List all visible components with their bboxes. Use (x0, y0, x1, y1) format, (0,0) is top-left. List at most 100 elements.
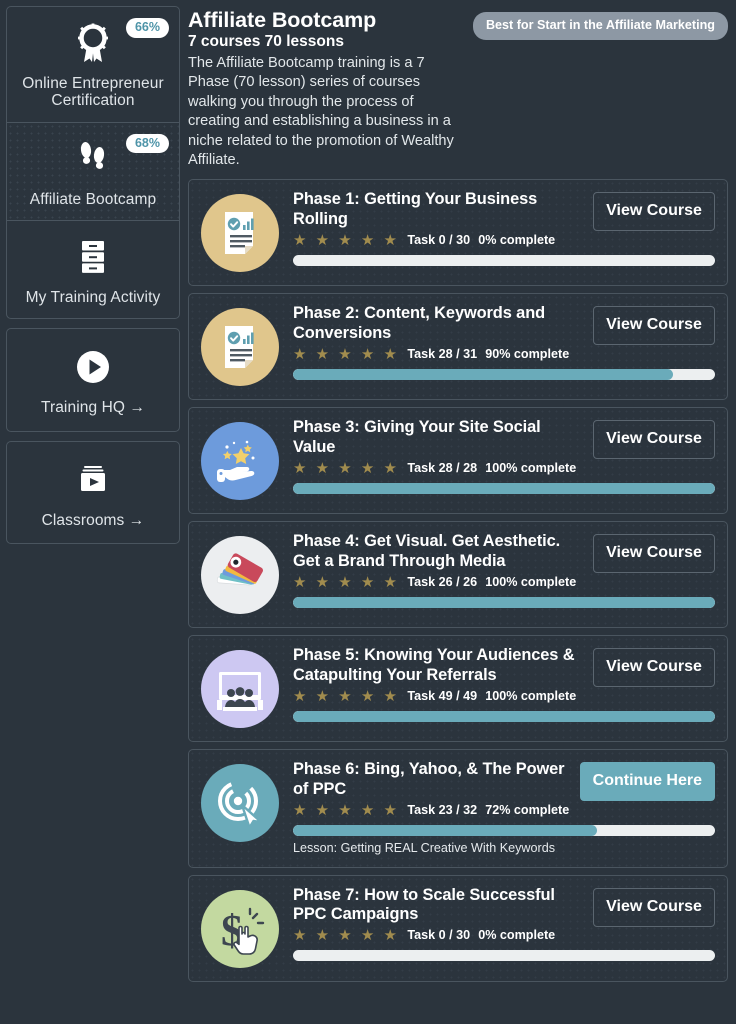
document-chart-icon (201, 194, 279, 273)
course-body: Phase 1: Getting Your Business Rolling ★… (293, 190, 715, 266)
task-count: Task 28 / 31 (407, 346, 478, 361)
sidebar-item-my-training-activity[interactable]: My Training Activity (7, 221, 179, 318)
progress-bar-track (293, 368, 715, 380)
course-title-block: Phase 4: Get Visual. Get Aesthetic. Get … (293, 532, 583, 589)
target-cursor-icon (201, 764, 279, 843)
course-title: Phase 6: Bing, Yahoo, & The Power of PPC (293, 760, 565, 798)
course-meta: ★ ★ ★ ★ ★ Task 0 / 30 0% complete (293, 233, 583, 248)
sidebar: 66% Online Entrepreneur Certification 68… (0, 0, 186, 1024)
course-meta: ★ ★ ★ ★ ★ Task 49 / 49 100% complete (293, 689, 583, 704)
course-card-phase-2[interactable]: Phase 2: Content, Keywords and Conversio… (188, 293, 728, 401)
course-top-row: Phase 3: Giving Your Site Social Value ★… (293, 418, 715, 476)
course-title: Phase 4: Get Visual. Get Aesthetic. Get … (293, 532, 561, 570)
main-content: Affiliate Bootcamp 7 courses 70 lessons … (186, 0, 736, 1024)
star-rating-icon: ★ ★ ★ ★ ★ (293, 801, 400, 819)
current-lesson-label: Lesson: Getting REAL Creative With Keywo… (293, 840, 556, 855)
percent-complete-label: 100% complete (485, 688, 577, 703)
task-count: Task 23 / 32 (407, 802, 478, 817)
course-title: Phase 7: How to Scale Successful PPC Cam… (293, 885, 555, 923)
color-swatch-icon (201, 536, 279, 615)
training-dashboard: 66% Online Entrepreneur Certification 68… (0, 0, 736, 1024)
course-title-block: Phase 6: Bing, Yahoo, & The Power of PPC… (293, 760, 570, 817)
course-card-phase-1[interactable]: Phase 1: Getting Your Business Rolling ★… (188, 179, 728, 287)
progress-bar-fill (293, 824, 597, 836)
star-rating-icon: ★ ★ ★ ★ ★ (293, 231, 400, 249)
course-body: Phase 6: Bing, Yahoo, & The Power of PPC… (293, 760, 715, 855)
star-rating-icon: ★ ★ ★ ★ ★ (293, 345, 400, 363)
percent-complete-label: 100% complete (485, 460, 577, 475)
course-meta: ★ ★ ★ ★ ★ Task 0 / 30 0% complete (293, 928, 583, 943)
course-title-block: Phase 7: How to Scale Successful PPC Cam… (293, 886, 583, 943)
progress-bar-track (293, 824, 715, 836)
task-count: Task 0 / 30 (407, 928, 471, 943)
course-title: Phase 3: Giving Your Site Social Value (293, 418, 541, 456)
progress-bar-fill (293, 596, 715, 608)
sidebar-item-label: Training HQ → (40, 399, 146, 417)
task-count: Task 26 / 26 (407, 574, 478, 589)
sidebar-item-affiliate-bootcamp[interactable]: 68% Affiliate Bootcamp (7, 122, 179, 222)
page-description: The Affiliate Bootcamp training is a 7 P… (188, 54, 454, 168)
progress-bar-track (293, 254, 715, 266)
drawers-icon (15, 235, 171, 279)
course-card-phase-6[interactable]: Phase 6: Bing, Yahoo, & The Power of PPC… (188, 749, 728, 868)
course-card-phase-3[interactable]: Phase 3: Giving Your Site Social Value ★… (188, 407, 728, 515)
course-title-block: Phase 3: Giving Your Site Social Value ★… (293, 418, 583, 475)
course-card-phase-5[interactable]: Phase 5: Knowing Your Audiences & Catapu… (188, 635, 728, 743)
hand-stars-icon (201, 422, 279, 501)
course-top-row: Phase 1: Getting Your Business Rolling ★… (293, 190, 715, 248)
page-header-text: Affiliate Bootcamp 7 courses 70 lessons … (188, 8, 467, 170)
course-card-phase-7[interactable]: $ Phase 7: How to Scale Successful PPC C… (188, 874, 728, 982)
task-count: Task 0 / 30 (407, 232, 471, 247)
course-top-row: Phase 6: Bing, Yahoo, & The Power of PPC… (293, 760, 715, 818)
progress-bar-track (293, 950, 715, 962)
percent-complete-label: 72% complete (485, 802, 570, 817)
page-subtitle: 7 courses 70 lessons (188, 33, 344, 51)
document-chart-icon (201, 308, 279, 387)
percent-complete-label: 0% complete (478, 232, 556, 247)
page-header: Affiliate Bootcamp 7 courses 70 lessons … (188, 8, 728, 170)
star-rating-icon: ★ ★ ★ ★ ★ (293, 459, 400, 477)
sidebar-percent-badge: 66% (125, 18, 169, 38)
course-action-button[interactable]: View Course (593, 534, 715, 574)
sidebar-item-classrooms[interactable]: Classrooms → (6, 440, 180, 545)
course-title-block: Phase 1: Getting Your Business Rolling ★… (293, 190, 583, 247)
sidebar-item-online-entrepreneur-certification[interactable]: 66% Online Entrepreneur Certification (7, 7, 179, 123)
course-action-button[interactable]: Continue Here (579, 762, 715, 802)
course-meta: ★ ★ ★ ★ ★ Task 26 / 26 100% complete (293, 575, 583, 590)
course-action-button[interactable]: View Course (593, 887, 715, 927)
course-body: Phase 7: How to Scale Successful PPC Cam… (293, 886, 715, 962)
course-body: Phase 4: Get Visual. Get Aesthetic. Get … (293, 532, 715, 608)
course-top-row: Phase 4: Get Visual. Get Aesthetic. Get … (293, 532, 715, 590)
course-body: Phase 2: Content, Keywords and Conversio… (293, 304, 715, 380)
star-rating-icon: ★ ★ ★ ★ ★ (293, 687, 400, 705)
sidebar-primary-group: 66% Online Entrepreneur Certification 68… (6, 6, 180, 320)
course-card-phase-4[interactable]: Phase 4: Get Visual. Get Aesthetic. Get … (188, 521, 728, 629)
task-count: Task 49 / 49 (407, 688, 478, 703)
course-action-button[interactable]: View Course (593, 420, 715, 460)
dollar-click-icon: $ (201, 889, 279, 968)
course-action-button[interactable]: View Course (593, 648, 715, 688)
sidebar-item-label: My Training Activity (25, 289, 161, 307)
sidebar-item-label: Affiliate Bootcamp (29, 190, 157, 208)
percent-complete-label: 100% complete (485, 574, 577, 589)
percent-complete-label: 90% complete (485, 346, 570, 361)
course-title: Phase 1: Getting Your Business Rolling (293, 190, 538, 228)
course-title: Phase 5: Knowing Your Audiences & Catapu… (293, 646, 575, 684)
course-action-button[interactable]: View Course (593, 306, 715, 346)
progress-bar-track (293, 596, 715, 608)
course-title: Phase 2: Content, Keywords and Conversio… (293, 304, 546, 342)
course-list: Phase 1: Getting Your Business Rolling ★… (188, 179, 728, 982)
course-title-block: Phase 5: Knowing Your Audiences & Catapu… (293, 646, 583, 703)
recommendation-badge: Best for Start in the Affiliate Marketin… (472, 12, 728, 40)
course-meta: ★ ★ ★ ★ ★ Task 28 / 28 100% complete (293, 461, 583, 476)
progress-bar-fill (293, 482, 715, 494)
course-top-row: Phase 5: Knowing Your Audiences & Catapu… (293, 646, 715, 704)
star-rating-icon: ★ ★ ★ ★ ★ (293, 927, 400, 945)
sidebar-percent-badge: 68% (125, 133, 169, 154)
sidebar-item-label: Online Entrepreneur Certification (22, 75, 164, 110)
progress-bar-fill (293, 368, 673, 380)
sidebar-item-training-hq[interactable]: Training HQ → (6, 328, 180, 432)
course-action-button[interactable]: View Course (593, 192, 715, 232)
sidebar-item-label: Classrooms → (41, 511, 145, 529)
video-folder-icon (15, 458, 171, 502)
